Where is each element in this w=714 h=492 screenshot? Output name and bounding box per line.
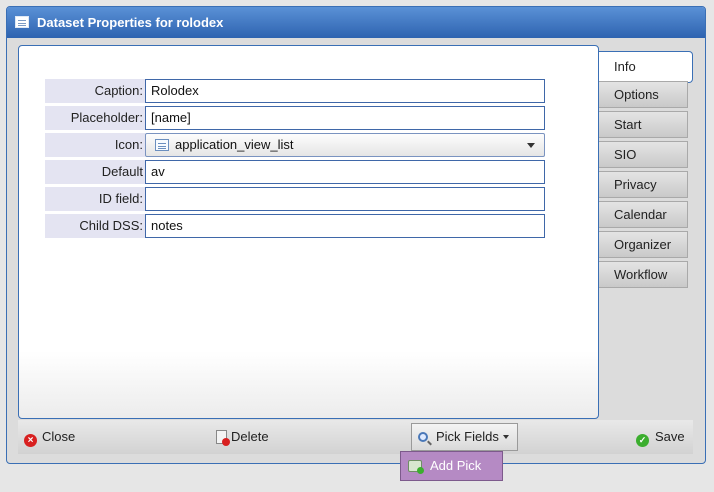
checkmark-icon: ✓ xyxy=(636,434,649,447)
id-field-input[interactable] xyxy=(145,187,545,211)
pick-fields-button[interactable]: Pick Fields xyxy=(411,423,518,451)
child-dss-field[interactable]: notes xyxy=(145,214,545,238)
add-icon xyxy=(408,460,424,474)
pick-fields-label: Pick Fields xyxy=(436,429,499,444)
delete-icon xyxy=(216,430,230,446)
tab-privacy[interactable]: Privacy xyxy=(599,171,688,198)
close-icon: × xyxy=(24,434,37,447)
table-icon xyxy=(15,16,29,28)
add-pick-menu-item[interactable]: Add Pick xyxy=(400,451,503,481)
default-label: Default xyxy=(45,160,145,184)
tab-workflow[interactable]: Workflow xyxy=(599,261,688,288)
child-dss-label: Child DSS: xyxy=(45,214,145,238)
default-field[interactable]: av xyxy=(145,160,545,184)
chevron-down-icon xyxy=(527,143,535,148)
placeholder-field[interactable]: [name] xyxy=(145,106,545,130)
title-bar[interactable]: Dataset Properties for rolodex xyxy=(7,7,705,38)
tab-calendar[interactable]: Calendar xyxy=(599,201,688,228)
icon-label: Icon: xyxy=(45,133,145,157)
add-pick-label: Add Pick xyxy=(430,458,482,473)
tab-options[interactable]: Options xyxy=(599,81,688,108)
save-button-label: Save xyxy=(655,429,685,444)
list-icon xyxy=(155,139,169,151)
icon-select[interactable]: application_view_list xyxy=(145,133,545,157)
delete-button-label: Delete xyxy=(231,429,269,444)
tab-organizer[interactable]: Organizer xyxy=(599,231,688,258)
icon-select-value: application_view_list xyxy=(175,137,294,152)
dataset-properties-window: Dataset Properties for rolodex Caption: … xyxy=(6,6,706,464)
search-icon xyxy=(418,432,428,442)
footer-toolbar: × Close Delete Pick Fields ✓ Save xyxy=(18,420,693,454)
id-field-label: ID field: xyxy=(45,187,145,211)
caption-field[interactable]: Rolodex xyxy=(145,79,545,103)
window-title: Dataset Properties for rolodex xyxy=(37,15,224,30)
close-button-label: Close xyxy=(42,429,76,444)
close-button[interactable]: × Close xyxy=(24,420,75,454)
tab-start[interactable]: Start xyxy=(599,111,688,138)
caption-label: Caption: xyxy=(45,79,145,103)
delete-button[interactable]: Delete xyxy=(216,420,269,454)
placeholder-label: Placeholder: xyxy=(45,106,145,130)
info-panel: Caption: Rolodex Placeholder: [name] Ico… xyxy=(18,45,599,419)
tab-info[interactable]: Info xyxy=(599,51,693,83)
tab-sio[interactable]: SIO xyxy=(599,141,688,168)
save-button[interactable]: ✓ Save xyxy=(636,420,685,454)
chevron-down-icon xyxy=(502,435,509,439)
